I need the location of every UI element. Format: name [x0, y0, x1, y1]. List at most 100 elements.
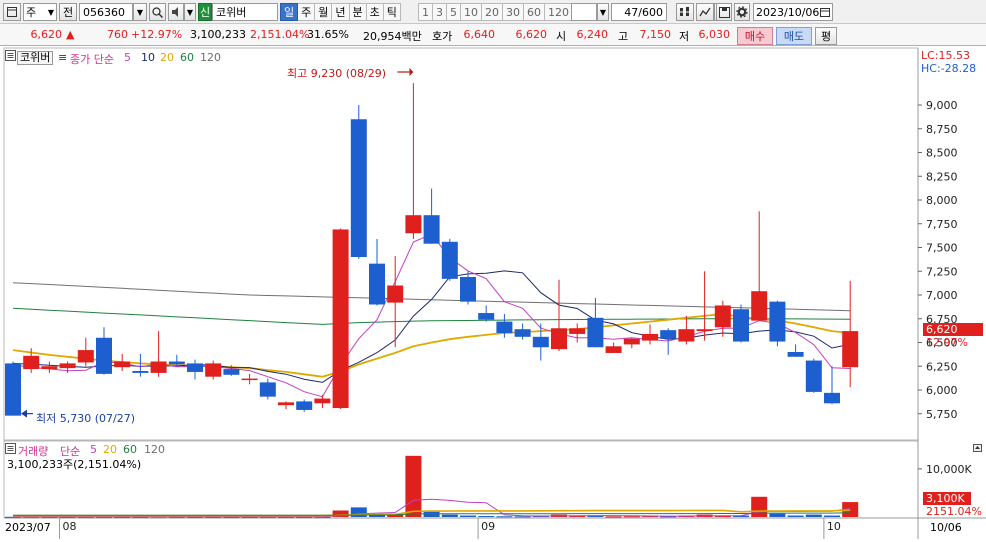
average-button[interactable]: 평	[815, 27, 837, 45]
chart-area: 9,000 8,750 8,500 8,250 8,000 7,750 7,500 7,250…	[0, 47, 986, 539]
interval-input[interactable]	[571, 3, 597, 21]
x-axis-end-label: 10/06	[930, 521, 962, 534]
line-tool-button[interactable]	[696, 3, 714, 21]
open-label: 시	[556, 30, 567, 43]
settings-button[interactable]	[734, 3, 750, 21]
period-tab-5[interactable]: 초	[366, 3, 384, 21]
current-price-tag: 6,620	[923, 323, 983, 336]
candle-body	[314, 398, 331, 404]
candle-body	[59, 363, 76, 369]
candle-body	[551, 328, 567, 350]
search-icon	[152, 6, 163, 18]
interval-tab-1[interactable]: 3	[433, 3, 447, 21]
volume-tick-label: 10,000K	[926, 463, 972, 476]
volume-current-tag: 3,100K	[923, 492, 971, 505]
candle-body	[296, 401, 313, 410]
interval-tabs: 1 3 5 10 20 30 60 120	[418, 3, 573, 21]
compare-button[interactable]	[676, 3, 694, 21]
candle-body	[587, 317, 604, 348]
stock-name-field[interactable]: 코위버	[212, 3, 278, 21]
code-dropdown-button[interactable]: ▼	[133, 3, 147, 21]
interval-tab-6[interactable]: 60	[524, 3, 545, 21]
period-tab-6[interactable]: 틱	[383, 3, 401, 21]
low-label: 저	[679, 30, 690, 43]
candle-body	[460, 276, 476, 302]
sound-dropdown-button[interactable]: ▼	[184, 3, 196, 21]
interval-tab-2[interactable]: 5	[447, 3, 461, 21]
panel-menu-icon	[5, 443, 16, 454]
price-tick-label: 8,750	[926, 123, 958, 136]
price-tick-label: 7,750	[926, 218, 958, 231]
candle-body	[769, 301, 786, 342]
interval-tab-3[interactable]: 10	[461, 3, 482, 21]
ma-period-120: 120	[200, 51, 221, 64]
high-annotation: 최고 9,230 (08/29)	[287, 67, 387, 80]
candle-body	[660, 330, 677, 339]
candle-body	[23, 355, 40, 370]
sound-button[interactable]	[168, 3, 184, 21]
chevron-down-icon: ▼	[136, 7, 144, 17]
save-button[interactable]	[716, 3, 732, 21]
chevron-down-icon: ▼	[47, 7, 54, 17]
interval-tab-4[interactable]: 20	[482, 3, 503, 21]
new-badge: 신	[198, 3, 212, 21]
period-tab-1[interactable]: 주	[298, 3, 316, 21]
candle-body	[805, 360, 822, 392]
chart-line-icon	[699, 7, 711, 17]
save-icon	[718, 6, 730, 18]
candle-body	[714, 305, 731, 328]
volume-bar	[405, 455, 422, 517]
price-tick-label: 5,750	[926, 408, 958, 421]
volume-bar	[623, 516, 640, 518]
price-ma-title: 종가 단순	[70, 53, 114, 66]
buy-button[interactable]: 매수	[737, 27, 773, 45]
period-tab-0[interactable]: 일	[280, 3, 299, 21]
window-menu-icon[interactable]	[3, 3, 21, 21]
candle-body	[241, 378, 258, 381]
period-tab-2[interactable]: 월	[315, 3, 333, 21]
speaker-icon	[171, 7, 178, 17]
price-panel-name-tag[interactable]: 코위버	[17, 51, 54, 65]
open-price: 6,240	[576, 28, 609, 41]
volume-panel-frame	[3, 440, 919, 519]
candle-body	[259, 382, 276, 397]
market-type-value: 주	[26, 6, 37, 19]
candle-body	[605, 346, 622, 353]
volume-bar	[824, 515, 840, 517]
volume-bar	[805, 514, 822, 517]
volume-panel-menu-icon[interactable]	[5, 443, 16, 457]
interval-tab-0[interactable]: 1	[418, 3, 433, 21]
price-change: 760	[107, 28, 128, 41]
high-label: 고	[618, 30, 629, 43]
panel-menu-icon	[5, 50, 16, 61]
chart-svg: 9,000 8,750 8,500 8,250 8,000 7,750 7,500 7,250…	[3, 47, 986, 539]
period-tabs: 일주월년분초틱	[280, 3, 401, 21]
candle-body	[5, 363, 21, 416]
turnover-rate: 31.65%	[307, 28, 349, 41]
menu-icon[interactable]: ≡	[58, 51, 67, 64]
price-panel-menu-icon[interactable]	[5, 50, 16, 64]
calendar-icon	[820, 8, 830, 17]
date-picker[interactable]: 2023/10/06	[753, 3, 833, 21]
ma-period-10: 10	[141, 51, 155, 64]
vol-ma-period-20: 20	[103, 443, 117, 456]
period-tab-3[interactable]: 년	[332, 3, 350, 21]
interval-tab-7[interactable]: 120	[545, 3, 573, 21]
bid-price: 6,620	[515, 28, 548, 41]
volume-panel-close-icon[interactable]	[973, 443, 983, 456]
sell-button[interactable]: 매도	[776, 27, 812, 45]
candle-body	[405, 215, 422, 234]
search-button[interactable]	[149, 3, 166, 21]
volume-bar	[478, 516, 495, 518]
market-type-select[interactable]: 주 ▼	[23, 3, 57, 21]
volume-ratio: 2,151.04%	[250, 28, 310, 41]
candle-body	[41, 366, 58, 370]
period-tab-4[interactable]: 분	[349, 3, 367, 21]
candle-body	[168, 361, 185, 365]
price-tick-label: 9,000	[926, 99, 958, 112]
interval-tab-5[interactable]: 30	[503, 3, 524, 21]
data-count-field[interactable]: 47/600	[611, 3, 667, 21]
prefix-button[interactable]: 전	[59, 3, 77, 21]
stock-code-input[interactable]: 056360	[79, 3, 133, 21]
interval-dropdown-button[interactable]: ▼	[597, 3, 609, 21]
